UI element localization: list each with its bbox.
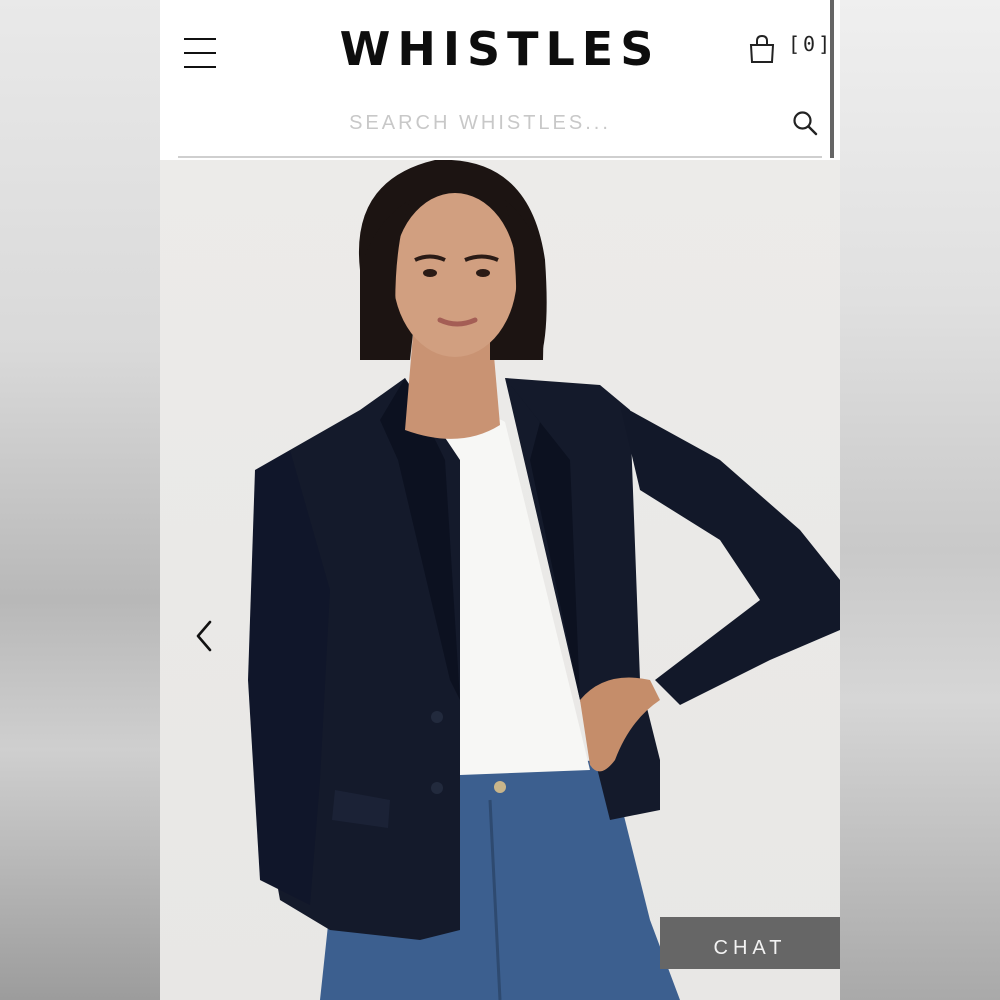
menu-icon[interactable] — [182, 36, 218, 70]
mobile-page: WHISTLES [0] SEARCH WHISTLES... CHAT — [160, 0, 840, 1000]
scrollbar[interactable] — [830, 0, 834, 158]
background-left — [0, 0, 160, 1000]
search-input[interactable] — [178, 104, 782, 142]
jeans-button — [494, 781, 506, 793]
product-photo-illustration — [248, 160, 840, 1000]
cart-count[interactable]: [0] — [788, 32, 833, 56]
chevron-left-icon[interactable] — [190, 618, 220, 654]
brand-logo[interactable]: WHISTLES — [310, 22, 690, 76]
eye — [423, 269, 437, 277]
eye — [476, 269, 490, 277]
menu-bar — [184, 66, 216, 68]
site-header: WHISTLES [0] — [160, 0, 840, 160]
search-bar — [178, 100, 822, 158]
face — [393, 193, 517, 357]
blazer-button — [431, 711, 443, 723]
shopping-bag-icon[interactable] — [748, 34, 776, 64]
menu-bar — [184, 52, 216, 54]
product-image[interactable] — [160, 160, 840, 1000]
chat-button[interactable]: CHAT — [660, 917, 840, 969]
blazer-button — [431, 782, 443, 794]
search-icon[interactable] — [792, 110, 818, 136]
blazer-sleeve-right — [620, 405, 840, 705]
menu-bar — [184, 38, 216, 40]
background-right — [840, 0, 1000, 1000]
